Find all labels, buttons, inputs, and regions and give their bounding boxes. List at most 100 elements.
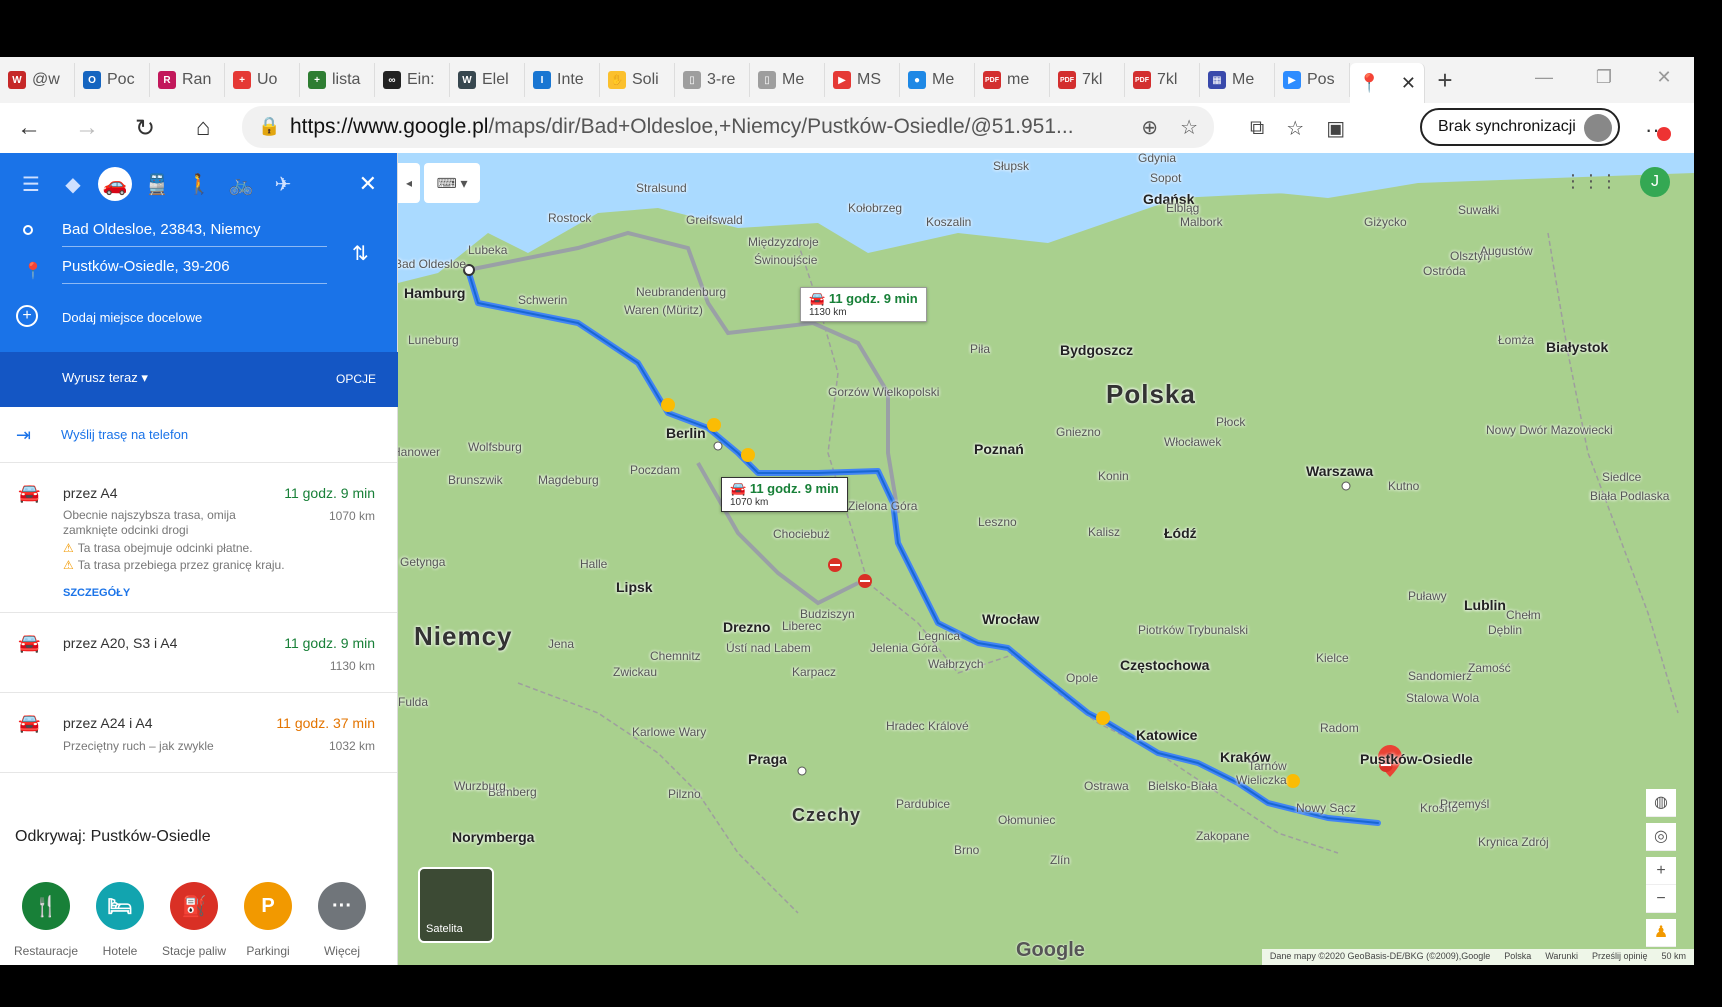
- bike-mode-icon[interactable]: 🚲: [224, 167, 258, 201]
- browser-tab[interactable]: ▯ 3-re: [675, 63, 750, 97]
- place-label[interactable]: Praga: [748, 751, 787, 767]
- place-label[interactable]: Kołobrzeg: [848, 201, 902, 215]
- place-label[interactable]: Drezno: [723, 619, 770, 635]
- place-label[interactable]: Ostróda: [1423, 264, 1466, 278]
- route-callout-alt[interactable]: 🚘 11 godz. 9 min 1130 km: [800, 287, 927, 322]
- place-label[interactable]: Bielsko-Biała: [1148, 779, 1217, 793]
- place-label[interactable]: Zamość: [1468, 661, 1511, 675]
- place-label[interactable]: Poznań: [974, 441, 1024, 457]
- close-directions-icon[interactable]: ✕: [359, 171, 377, 197]
- place-label[interactable]: Wieliczka: [1236, 773, 1287, 787]
- category-fuel[interactable]: ⛽ Stacje paliw: [159, 882, 229, 958]
- place-label[interactable]: Norymberga: [452, 829, 534, 845]
- place-label[interactable]: Poczdam: [630, 463, 680, 477]
- place-label[interactable]: Płock: [1216, 415, 1245, 429]
- walk-mode-icon[interactable]: 🚶: [182, 167, 216, 201]
- satellite-toggle[interactable]: Satelita: [418, 867, 494, 943]
- place-label[interactable]: Warszawa: [1306, 463, 1373, 479]
- place-label[interactable]: Halle: [580, 557, 607, 571]
- place-label[interactable]: Ústí nad Labem: [726, 641, 811, 655]
- restore-button[interactable]: ❐: [1574, 57, 1634, 103]
- minimize-button[interactable]: —: [1514, 57, 1574, 103]
- zoom-in-button[interactable]: +: [1646, 857, 1676, 885]
- place-label[interactable]: Białystok: [1546, 339, 1608, 355]
- place-label[interactable]: Gdynia: [1138, 153, 1176, 165]
- new-tab-button[interactable]: +: [1425, 65, 1465, 96]
- place-label[interactable]: Budziszyn: [800, 607, 855, 621]
- place-label[interactable]: Neubrandenburg: [636, 285, 726, 299]
- place-label[interactable]: Wurzburg: [454, 779, 506, 793]
- place-label[interactable]: Łódź: [1164, 525, 1197, 541]
- browser-tab[interactable]: ● Me: [900, 63, 975, 97]
- place-label[interactable]: Schwerin: [518, 293, 567, 307]
- favorite-star-icon[interactable]: ☆: [1180, 115, 1198, 140]
- place-label[interactable]: Karpacz: [792, 665, 836, 679]
- place-label[interactable]: Sandomierz: [1408, 669, 1472, 683]
- address-bar[interactable]: 🔒 https://www.google.pl/maps/dir/Bad+Old…: [242, 106, 1214, 148]
- forward-button[interactable]: →: [58, 114, 116, 142]
- place-label[interactable]: Ołomuniec: [998, 813, 1055, 827]
- place-label[interactable]: Zlín: [1050, 853, 1070, 867]
- place-label[interactable]: Elbląg: [1166, 201, 1199, 215]
- terms-link[interactable]: Warunki: [1545, 951, 1578, 963]
- details-link[interactable]: SZCZEGÓŁY: [63, 587, 130, 599]
- favorites-icon[interactable]: ☆: [1286, 116, 1304, 141]
- place-label[interactable]: Kielce: [1316, 651, 1349, 665]
- browser-tab[interactable]: ∞ Ein:: [375, 63, 450, 97]
- place-label[interactable]: Radom: [1320, 721, 1359, 735]
- place-label[interactable]: Waren (Müritz): [624, 303, 703, 317]
- depart-now-dropdown[interactable]: Wyrusz teraz ▾: [62, 370, 148, 386]
- place-label[interactable]: Krynica Zdrój: [1478, 835, 1549, 849]
- place-label[interactable]: Sopot: [1150, 171, 1181, 185]
- place-label[interactable]: Dęblin: [1488, 623, 1522, 637]
- car-mode-icon[interactable]: 🚗: [98, 167, 132, 201]
- place-label[interactable]: Malbork: [1180, 215, 1223, 229]
- browser-tab[interactable]: PDF 7kl: [1050, 63, 1125, 97]
- place-label[interactable]: Liberec: [782, 619, 821, 633]
- place-label[interactable]: Piotrków Trybunalski: [1138, 623, 1248, 637]
- browser-tab[interactable]: ▶ Pos: [1275, 63, 1350, 97]
- collections-icon[interactable]: ▣: [1326, 116, 1345, 141]
- apps-grid-icon[interactable]: ⋮⋮⋮: [1564, 171, 1618, 192]
- destination-input[interactable]: Pustków-Osiedle, 39-206: [62, 258, 327, 284]
- place-label[interactable]: Opole: [1066, 671, 1098, 685]
- route-option[interactable]: 🚘 przez A20, S3 i A4 11 godz. 9 min 1130…: [0, 613, 397, 693]
- route-callout-main[interactable]: 🚘 11 godz. 9 min 1070 km: [721, 477, 848, 512]
- place-label[interactable]: Magdeburg: [538, 473, 599, 487]
- place-label[interactable]: Tarnów: [1248, 759, 1287, 773]
- map-canvas[interactable]: ◂ ⌨ ▾ ⋮⋮⋮ J Polska Niemcy Czechy Gdynia S…: [398, 153, 1694, 965]
- browser-tab[interactable]: W @w: [0, 63, 75, 97]
- place-label[interactable]: Brno: [954, 843, 979, 857]
- place-label[interactable]: Nowy Sącz: [1296, 801, 1356, 815]
- add-icon[interactable]: ⊕: [1141, 115, 1158, 140]
- settings-more-button[interactable]: ···: [1645, 117, 1671, 143]
- feedback-link[interactable]: Prześlij opinię: [1592, 951, 1648, 963]
- back-button[interactable]: ←: [0, 114, 58, 142]
- place-label[interactable]: Ostrawa: [1084, 779, 1129, 793]
- place-label[interactable]: Międzyzdroje: [748, 235, 819, 249]
- zoom-out-button[interactable]: −: [1646, 885, 1676, 913]
- place-label[interactable]: Wrocław: [982, 611, 1039, 627]
- place-label[interactable]: Zakopane: [1196, 829, 1249, 843]
- place-label[interactable]: Stralsund: [636, 181, 687, 195]
- place-label[interactable]: Pustków-Osiedle: [1360, 751, 1473, 767]
- place-label[interactable]: Leszno: [978, 515, 1017, 529]
- place-label[interactable]: Przemyśl: [1440, 797, 1489, 811]
- place-label[interactable]: Częstochowa: [1120, 657, 1209, 673]
- place-label[interactable]: Koszalin: [926, 215, 971, 229]
- keyboard-input-button[interactable]: ⌨ ▾: [424, 163, 480, 203]
- category-restaurants[interactable]: 🍴 Restauracje: [11, 882, 81, 958]
- place-label[interactable]: Nowy Dwór Mazowiecki: [1486, 423, 1613, 437]
- place-label[interactable]: Getynga: [400, 555, 445, 569]
- place-label[interactable]: Kutno: [1388, 479, 1419, 493]
- place-label[interactable]: Zwickau: [613, 665, 657, 679]
- sync-button[interactable]: Brak synchronizacji: [1420, 108, 1620, 146]
- my-location-icon[interactable]: ◎: [1646, 823, 1676, 851]
- attribution-country[interactable]: Polska: [1504, 951, 1531, 963]
- place-label[interactable]: Luneburg: [408, 333, 459, 347]
- place-label[interactable]: Hamburg: [404, 285, 465, 301]
- place-label[interactable]: Chemnitz: [650, 649, 701, 663]
- place-label[interactable]: Świnoujście: [754, 253, 817, 267]
- place-label[interactable]: Gniezno: [1056, 425, 1101, 439]
- browser-tab[interactable]: R Ran: [150, 63, 225, 97]
